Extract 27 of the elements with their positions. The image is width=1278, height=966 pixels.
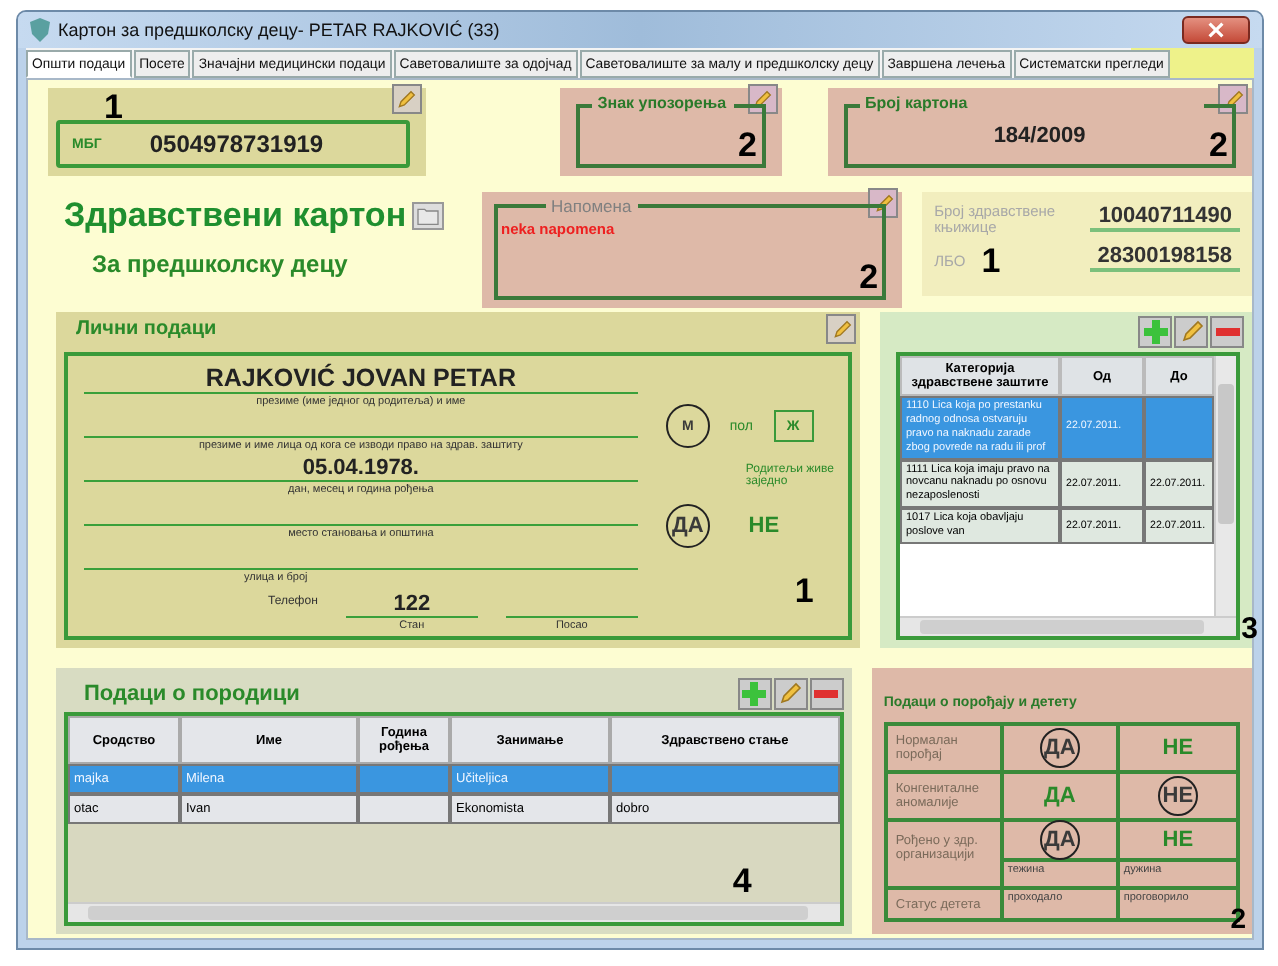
yes-no-option[interactable]: ДА <box>665 504 710 548</box>
page-subheading: За предшколску децу <box>92 250 350 278</box>
section-number: 4 <box>732 864 752 898</box>
yes-no-option[interactable]: ДА <box>1039 728 1080 768</box>
section-number: 2 <box>738 128 758 162</box>
field-label: Број картона <box>865 94 968 112</box>
section-number: 3 <box>1241 614 1258 644</box>
field-value: 10040711490 <box>1090 204 1240 232</box>
section-number: 1 <box>104 90 123 124</box>
field-value: 05.04.1978. <box>302 456 419 480</box>
section-number: 1 <box>794 574 814 608</box>
section-number: 2 <box>1209 128 1228 162</box>
field-value: 122 <box>393 592 431 616</box>
section-title: Подаци о породици <box>84 682 300 706</box>
window-title: Картон за предшколску децу- PETAR RAJKOVIĆ (33) <box>58 20 500 40</box>
page-heading: Здравствени картон <box>64 196 407 236</box>
field-value: 28300198158 <box>1089 243 1240 271</box>
field-label: Напомена <box>545 196 638 216</box>
yes-no-option[interactable]: НЕ <box>1157 776 1198 816</box>
field-value: 184/2009 <box>993 124 1086 148</box>
field-value: 0504978731919 <box>149 130 324 158</box>
section-number: 2 <box>859 260 879 294</box>
section-title: Лични подаци <box>76 318 217 340</box>
field-label: Знак упозорења <box>597 94 727 112</box>
yes-no-option[interactable]: ДА <box>1039 820 1080 860</box>
section-number: 1 <box>981 243 1001 277</box>
field-value: RAJKOVIĆ JOVAN PETAR <box>205 364 516 392</box>
